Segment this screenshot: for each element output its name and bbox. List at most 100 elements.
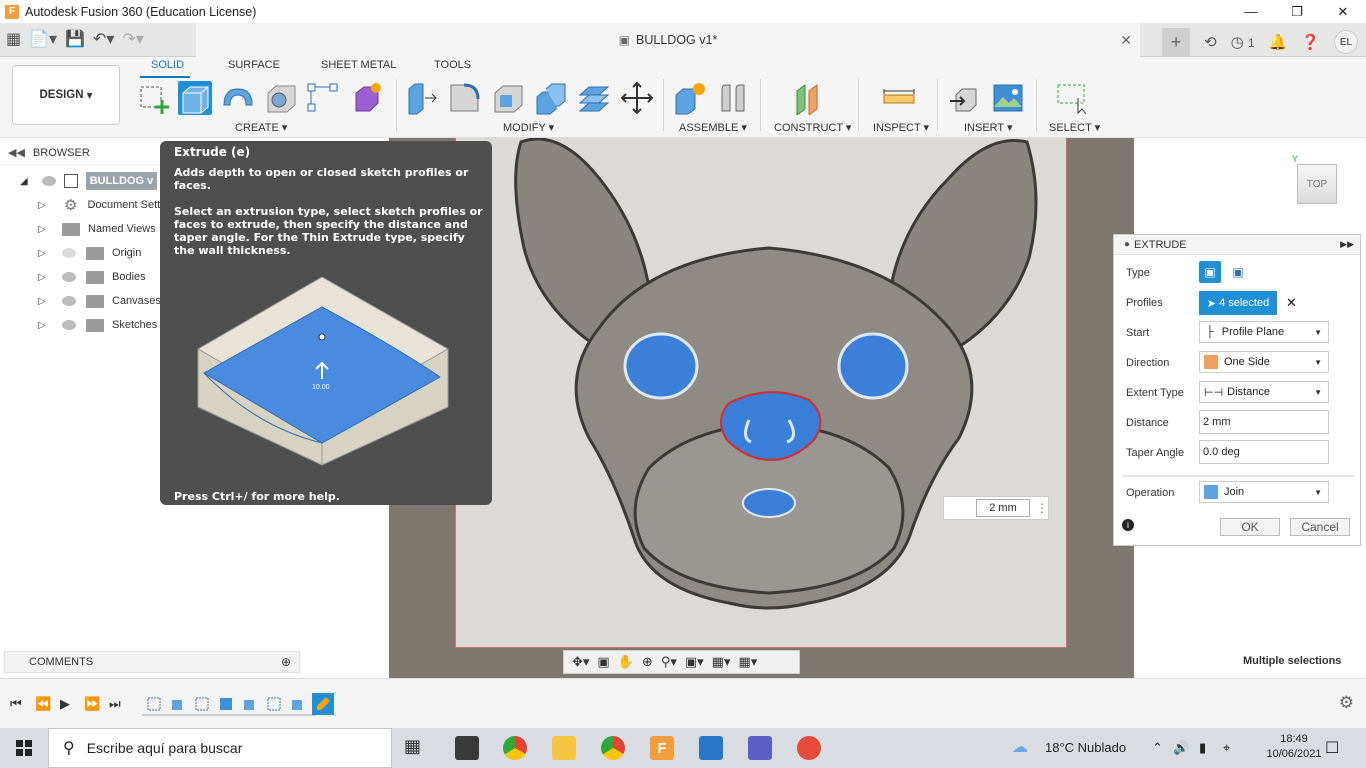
timeline-sketch-icon[interactable] (146, 696, 162, 712)
expand-triangle-icon[interactable]: ▷ (38, 248, 48, 259)
browser-item-bodies[interactable]: ▷ Bodies (0, 266, 146, 288)
fusion-360-taskbar-icon[interactable]: F (650, 736, 674, 760)
timeline-extrude-icon[interactable] (242, 696, 258, 712)
distance-manipulator-field[interactable]: 2 mm (976, 499, 1030, 517)
add-comment-icon[interactable]: ⊕ (281, 655, 291, 669)
close-icon[interactable]: ✕ (1320, 0, 1366, 23)
expand-triangle-icon[interactable]: ▷ (38, 320, 48, 331)
restore-icon[interactable]: ❐ (1274, 0, 1320, 23)
revolve-icon[interactable] (221, 81, 255, 115)
volume-icon[interactable]: 🔊 (1173, 740, 1189, 756)
bulldog-model[interactable] (389, 138, 1134, 678)
pattern-icon[interactable] (306, 81, 340, 115)
viewports-icon[interactable]: ▦▾ (738, 654, 757, 670)
profiles-selection-button[interactable]: ➤ 4 selected (1199, 291, 1277, 315)
combine-icon[interactable] (534, 81, 568, 115)
type-solid-button[interactable]: ▣ (1199, 261, 1221, 283)
task-view-icon[interactable]: ▦ (404, 736, 428, 760)
collapse-triangle-icon[interactable]: ◢ (20, 176, 28, 187)
construct-menu[interactable]: CONSTRUCT ▾ (774, 121, 851, 134)
microsoft-store-icon[interactable] (455, 736, 479, 760)
grid-settings-icon[interactable]: ▦▾ (712, 654, 731, 670)
start-dropdown[interactable]: ├ Profile Plane ▼ (1199, 321, 1329, 343)
visibility-eye-icon[interactable] (62, 272, 76, 282)
extent-type-dropdown[interactable]: ⊢⊣ Distance ▼ (1199, 381, 1329, 403)
info-icon[interactable]: i (1122, 519, 1134, 531)
extensions-icon[interactable]: ⟲ (1204, 33, 1217, 51)
taskbar-search-box[interactable]: ⚲ Escribe aquí para buscar (48, 728, 392, 768)
timeline-play-icon[interactable]: ▶ (60, 696, 70, 712)
select-menu[interactable]: SELECT ▾ (1049, 121, 1100, 134)
chrome-profile-icon[interactable] (601, 736, 625, 760)
offset-plane-icon[interactable] (793, 81, 827, 115)
photos-icon[interactable] (699, 736, 723, 760)
move-icon[interactable] (620, 81, 654, 115)
comments-panel[interactable]: COMMENTS ⊕ (4, 651, 300, 673)
orbit-icon[interactable]: ✥▾ (572, 654, 589, 670)
distance-input[interactable]: 2 mm (1199, 410, 1329, 434)
taper-angle-input[interactable]: 0.0 deg (1199, 440, 1329, 464)
timeline-start-icon[interactable]: ⏮ (10, 696, 22, 712)
collapse-browser-icon[interactable]: ◀◀ (8, 146, 25, 159)
help-icon[interactable]: ❓ (1301, 33, 1320, 51)
more-options-icon[interactable]: ⋮ (1036, 501, 1048, 515)
canvas-viewport[interactable] (389, 138, 1134, 678)
job-status-icon[interactable]: ◷ 1 (1231, 33, 1255, 51)
zoom-icon[interactable]: ⊕ (642, 654, 653, 670)
data-panel-grid-icon[interactable]: ▦ (6, 29, 21, 49)
workspace-switcher-button[interactable]: DESIGN ▾ (12, 65, 120, 125)
select-window-icon[interactable] (1055, 81, 1089, 115)
timeline-next-icon[interactable]: ⏩ (84, 696, 100, 712)
tray-expand-icon[interactable]: ⌃ (1152, 740, 1163, 756)
pan-icon[interactable]: ✋ (618, 654, 634, 670)
teams-icon[interactable] (748, 736, 772, 760)
operation-dropdown[interactable]: Join ▼ (1199, 481, 1329, 503)
tab-solid[interactable]: SOLID (151, 59, 184, 76)
taskbar-clock[interactable]: 18:49 10/06/2021 (1266, 732, 1322, 762)
browser-item-sketches[interactable]: ▷ Sketches (0, 314, 157, 336)
timeline-settings-gear-icon[interactable]: ⚙ (1339, 693, 1354, 713)
create-sketch-icon[interactable] (137, 81, 171, 115)
type-thin-button[interactable]: ▣ (1227, 261, 1249, 283)
new-component-icon[interactable] (673, 81, 707, 115)
create-menu[interactable]: CREATE ▾ (235, 121, 287, 134)
visibility-eye-icon[interactable] (62, 296, 76, 306)
battery-icon[interactable]: ▮ (1199, 740, 1206, 756)
timeline-extrude-icon[interactable] (170, 696, 186, 712)
new-tab-button[interactable]: + (1162, 28, 1191, 56)
tab-sheet-metal[interactable]: SHEET METAL (321, 59, 396, 76)
notifications-icon[interactable]: 🔔 (1269, 33, 1288, 51)
assemble-menu[interactable]: ASSEMBLE ▾ (679, 121, 747, 134)
offset-face-icon[interactable] (577, 81, 611, 115)
create-form-icon[interactable] (350, 81, 384, 115)
inspect-menu[interactable]: INSPECT ▾ (873, 121, 929, 134)
distance-manipulator[interactable]: 2 mm ⋮ (943, 496, 1049, 520)
extrude-dialog-header[interactable]: ● EXTRUDE ▶▶ (1114, 235, 1360, 255)
redo-icon[interactable]: ↷▾ (122, 29, 143, 49)
undo-icon[interactable]: ↶▾ (93, 29, 114, 49)
hidden-eye-icon[interactable] (62, 248, 76, 258)
viewcube-home-icon[interactable]: Y (1292, 154, 1298, 164)
measure-icon[interactable] (882, 81, 916, 115)
timeline-canvas-icon[interactable] (218, 696, 234, 712)
timeline-sketch-icon[interactable] (194, 696, 210, 712)
minimize-icon[interactable]: — (1228, 0, 1274, 23)
windows-start-icon[interactable] (16, 740, 32, 756)
timeline-end-icon[interactable]: ⏭ (109, 696, 121, 712)
ok-button[interactable]: OK (1220, 518, 1280, 536)
expand-triangle-icon[interactable]: ▷ (38, 200, 48, 211)
extrude-icon[interactable] (178, 81, 212, 115)
insert-canvas-icon[interactable] (991, 81, 1025, 115)
joint-icon[interactable] (716, 81, 750, 115)
cancel-button[interactable]: Cancel (1290, 518, 1350, 536)
insert-derive-icon[interactable] (948, 81, 982, 115)
file-menu-icon[interactable]: 📄▾ (29, 29, 57, 49)
direction-dropdown[interactable]: One Side ▼ (1199, 351, 1329, 373)
viewcube[interactable]: TOP (1297, 164, 1337, 204)
fit-icon[interactable]: ⚲▾ (661, 654, 677, 670)
browser-item-document-settings[interactable]: ▷ ⚙ Document Sett (0, 194, 160, 216)
fillet-icon[interactable] (448, 81, 482, 115)
snipping-tool-icon[interactable] (797, 736, 821, 760)
display-settings-icon[interactable]: ▣▾ (685, 654, 704, 670)
chrome-icon[interactable] (503, 736, 527, 760)
